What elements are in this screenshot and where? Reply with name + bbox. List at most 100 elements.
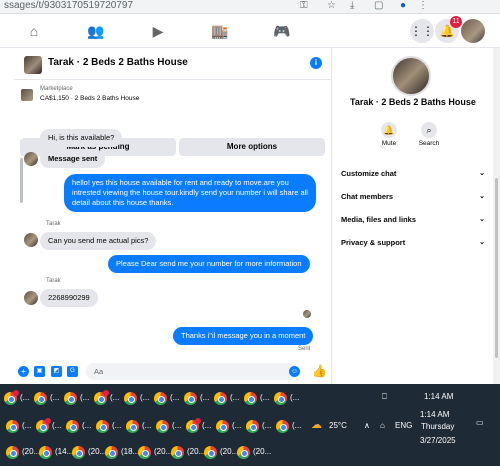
chrome-icon (184, 392, 197, 405)
clock-time[interactable]: 1:14 AM (420, 410, 449, 419)
gaming-icon[interactable]: 🎮 (272, 21, 292, 41)
section-label: Customize chat (341, 169, 397, 178)
taskbar-window-label: (... (20, 393, 30, 402)
listing-thumbnail[interactable] (21, 89, 33, 101)
mute-label: Mute (381, 140, 397, 147)
address-url[interactable]: ssages/t/9303170519720797 (4, 0, 133, 12)
chrome-icon (244, 392, 257, 405)
listing-summary[interactable]: CA$1,150 · 2 Beds 2 Baths House (40, 95, 139, 102)
chrome-icon (96, 420, 109, 433)
section-privacy-support[interactable]: Privacy & support ⌄ (341, 237, 485, 249)
chrome-icon (204, 446, 217, 459)
weather-temp[interactable]: 25°C (329, 421, 347, 430)
language-indicator[interactable]: ENG (395, 421, 412, 430)
conversation-avatar[interactable] (391, 56, 431, 96)
section-chat-members[interactable]: Chat members ⌄ (341, 191, 485, 203)
network-icon[interactable]: ⌂ (380, 421, 385, 430)
clock-time-top[interactable]: 1:14 AM (424, 392, 453, 401)
search-icon[interactable]: ⌕ (421, 122, 437, 138)
gif-icon[interactable]: G (67, 366, 78, 377)
notification-dot (195, 418, 201, 424)
emoji-icon[interactable]: ☺ (289, 366, 300, 377)
chrome-icon (216, 420, 229, 433)
marketplace-label: Marketplace (40, 86, 73, 92)
read-receipt-avatar (303, 310, 311, 318)
chrome-icon (276, 420, 289, 433)
home-icon[interactable]: ⌂ (24, 21, 44, 41)
message-in: Hi, is this available? (40, 129, 123, 147)
chat-header: Tarak · 2 Beds 2 Baths House i (14, 48, 332, 80)
sender-avatar[interactable] (24, 152, 38, 166)
notification-dot (103, 390, 109, 396)
account-avatar[interactable] (461, 19, 485, 43)
sent-status: Sent (298, 346, 311, 352)
taskbar-window-label: (20... (187, 447, 206, 456)
message-out: Please Dear send me your number for more… (108, 255, 310, 273)
chat-avatar[interactable] (24, 56, 42, 74)
taskbar-window-label: (... (52, 421, 62, 430)
taskbar-window-label: (20... (220, 447, 239, 456)
chrome-icon (274, 392, 287, 405)
sender-avatar[interactable] (24, 233, 38, 247)
taskbar-window-label: (... (50, 393, 60, 402)
like-icon[interactable]: 👍 (312, 364, 327, 378)
message-in: Can you send me actual pics? (40, 232, 157, 250)
apps-menu-icon[interactable]: ⋮⋮ (410, 19, 434, 43)
friends-icon[interactable]: 👥 (86, 21, 106, 41)
taskbar-window-label: (... (200, 393, 210, 402)
weather-icon[interactable]: ☁ (311, 418, 322, 431)
key-icon[interactable]: ⚿ (300, 0, 308, 12)
plus-icon[interactable]: + (18, 366, 29, 377)
chrome-icon (126, 420, 139, 433)
page-scrollbar-thumb[interactable] (495, 178, 498, 358)
chrome-icon (34, 392, 47, 405)
download-icon[interactable]: ⤓ (350, 0, 354, 12)
taskbar-window-label: (... (260, 393, 270, 402)
star-icon[interactable]: ☆ (327, 0, 336, 12)
search-label: Search (418, 140, 440, 147)
chevron-down-icon: ⌄ (479, 170, 485, 177)
sticker-icon[interactable]: ◩ (51, 366, 62, 377)
chevron-up-icon[interactable]: ∧ (364, 421, 370, 430)
search-action[interactable]: ⌕ Search (414, 122, 444, 147)
chevron-down-icon: ⌄ (479, 239, 485, 246)
camera-icon[interactable]: ⎕ (382, 392, 387, 402)
chat-panel: Tarak · 2 Beds 2 Baths House i Marketpla… (14, 48, 341, 384)
taskbar-window-label: (... (22, 421, 32, 430)
sender-avatar[interactable] (24, 291, 38, 305)
notification-badge: 11 (450, 16, 462, 28)
photo-icon[interactable]: ▣ (34, 366, 45, 377)
chrome-icon (154, 392, 167, 405)
bell-icon[interactable]: 🔔 (381, 122, 397, 138)
clock-date[interactable]: 3/27/2025 (420, 436, 456, 445)
sender-name: Tarak (46, 278, 61, 284)
clock-day[interactable]: Thursday (421, 422, 454, 431)
mute-action[interactable]: 🔔 Mute (374, 122, 404, 147)
left-scrollbar[interactable] (20, 158, 23, 203)
section-customize-chat[interactable]: Customize chat ⌄ (341, 168, 485, 180)
video-icon[interactable]: ▶ (148, 21, 168, 41)
section-media-files[interactable]: Media, files and links ⌄ (341, 214, 485, 226)
taskbar-window-label: (20... (253, 447, 272, 456)
message-in: Message sent (40, 150, 106, 168)
page-scrollbar[interactable] (493, 48, 500, 384)
taskbar-window-label: (... (170, 393, 180, 402)
chrome-icon (138, 446, 151, 459)
chrome-icon (246, 420, 259, 433)
info-icon[interactable]: i (310, 57, 322, 69)
taskbar-window-label: (18... (121, 447, 140, 456)
taskbar-window-label: (20... (154, 447, 173, 456)
marketplace-icon[interactable]: 🏬 (210, 21, 230, 41)
menu-icon[interactable]: ⋮ (418, 0, 428, 12)
message-input[interactable]: Aa (86, 363, 298, 380)
taskbar-window-label: (... (172, 421, 182, 430)
extensions-icon[interactable]: ▢ (374, 0, 383, 12)
more-options-button[interactable]: More options (179, 138, 325, 156)
chrome-icon (214, 392, 227, 405)
notification-dot (45, 418, 51, 424)
windows-taskbar: (... (... (... (... (... (... (... (... (... (...… (0, 384, 500, 466)
chat-tray-icon[interactable]: ▭ (476, 418, 484, 427)
taskbar-window-label: (... (232, 421, 242, 430)
profile-icon[interactable]: ● (400, 0, 406, 12)
chat-title[interactable]: Tarak · 2 Beds 2 Baths House (48, 57, 188, 68)
